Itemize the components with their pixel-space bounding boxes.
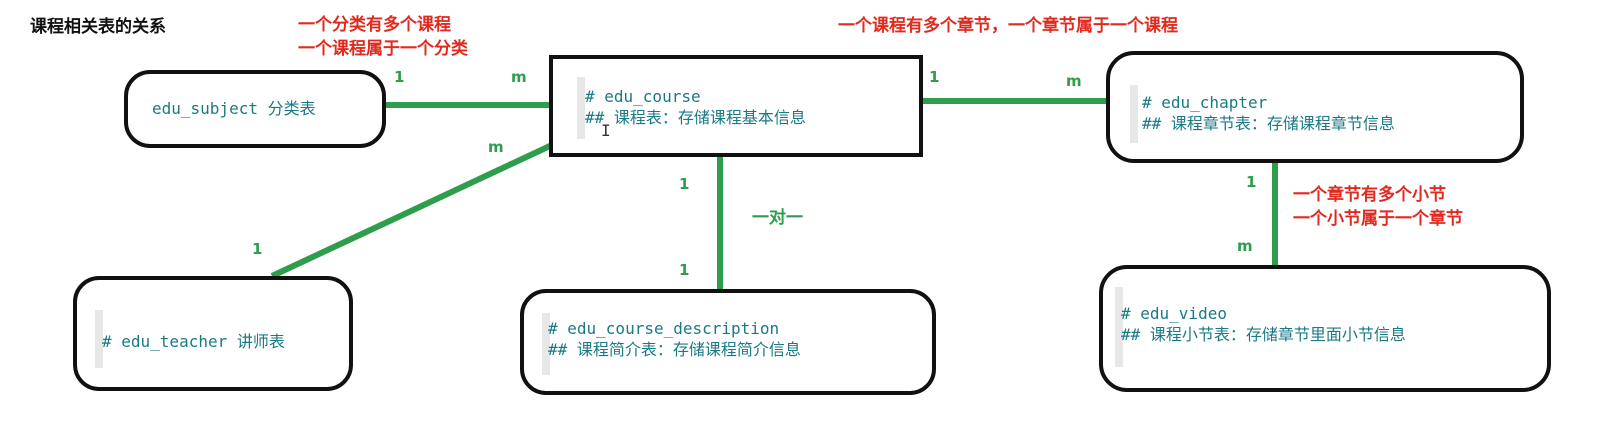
table-video-desc: ## 课程小节表：存储章节里面小节信息 — [1121, 325, 1406, 344]
table-teacher-name: # edu_teacher 讲师表 — [102, 332, 285, 351]
table-chapter-desc: ## 课程章节表：存储课程章节信息 — [1142, 114, 1395, 133]
table-box-description: # edu_course_description ## 课程简介表：存储课程简介… — [520, 289, 936, 395]
table-subject-name: edu_subject 分类表 — [152, 99, 316, 118]
table-description-name: # edu_course_description — [548, 319, 780, 338]
table-course-desc: ## 课程表：存储课程基本信息 — [585, 108, 806, 127]
line-course-teacher — [270, 142, 554, 279]
table-description-desc: ## 课程简介表：存储课程简介信息 — [548, 340, 801, 359]
cardinality-video-side: m — [1237, 237, 1253, 255]
table-box-chapter: # edu_chapter ## 课程章节表：存储课程章节信息 — [1106, 51, 1524, 163]
note-chapter-video-2: 一个小节属于一个章节 — [1293, 209, 1463, 229]
note-course-chapter: 一个课程有多个章节，一个章节属于一个课程 — [838, 16, 1178, 36]
note-subject-course-2: 一个课程属于一个分类 — [298, 39, 468, 59]
note-subject-course-1: 一个分类有多个课程 — [298, 15, 451, 35]
editor-gutter — [1130, 85, 1138, 143]
text-cursor-icon: Ι — [601, 121, 611, 140]
table-course-name: # edu_course — [585, 87, 701, 106]
cardinality-chapter-side-video: 1 — [1246, 173, 1257, 191]
editor-gutter — [577, 77, 585, 139]
table-box-subject: edu_subject 分类表 — [124, 70, 386, 148]
cardinality-chapter-side-course: m — [1066, 72, 1082, 90]
table-video-name: # edu_video — [1121, 304, 1227, 323]
note-course-description: 一对一 — [752, 208, 803, 228]
table-chapter-name: # edu_chapter — [1142, 93, 1268, 112]
cardinality-description-side: 1 — [679, 261, 690, 279]
note-chapter-video-1: 一个章节有多个小节 — [1293, 185, 1446, 205]
table-box-teacher: # edu_teacher 讲师表 — [73, 276, 353, 391]
cardinality-subject-side: 1 — [394, 68, 405, 86]
table-box-video: # edu_video ## 课程小节表：存储章节里面小节信息 — [1099, 265, 1551, 392]
cardinality-course-side-chapter: 1 — [929, 68, 940, 86]
cardinality-teacher-side: 1 — [252, 240, 263, 258]
table-box-course: # edu_course ## 课程表：存储课程基本信息 Ι — [549, 55, 923, 157]
cardinality-course-side-description: 1 — [679, 175, 690, 193]
cardinality-course-side-subject: m — [511, 68, 527, 86]
diagram-canvas: 课程相关表的关系 一个分类有多个课程 一个课程属于一个分类 一个课程有多个章节，… — [0, 0, 1602, 431]
page-title: 课程相关表的关系 — [30, 17, 166, 37]
cardinality-course-side-teacher: m — [488, 138, 504, 156]
